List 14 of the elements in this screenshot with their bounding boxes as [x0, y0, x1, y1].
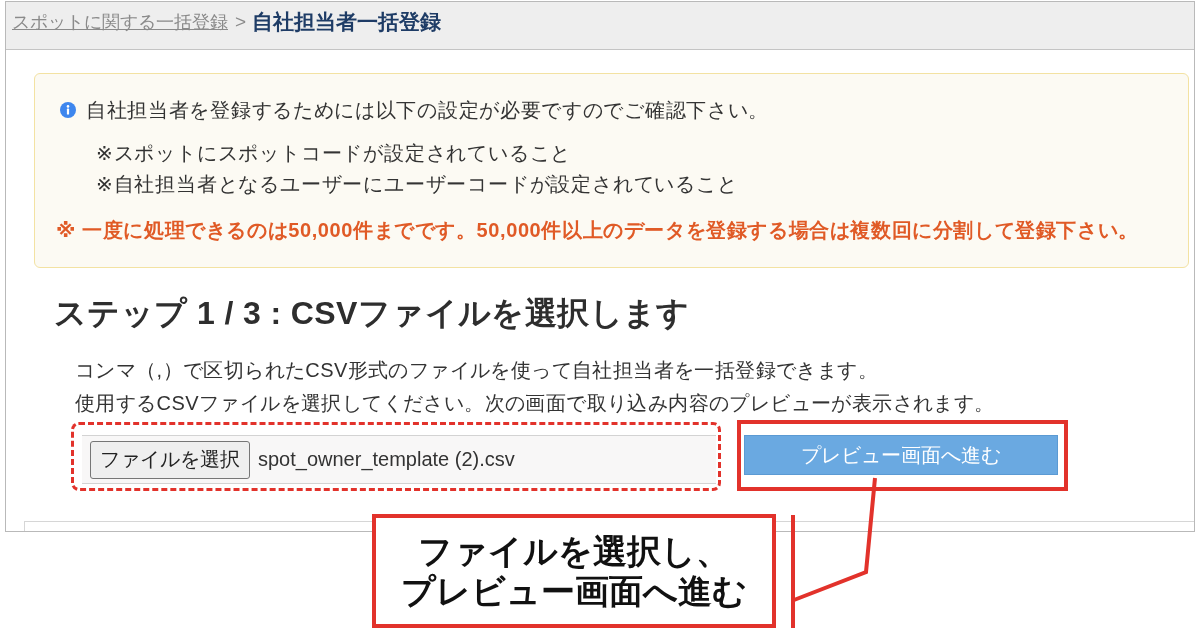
- page-title: 自社担当者一括登録: [252, 9, 442, 35]
- description-text: コンマ（,）で区切られたCSV形式のファイルを使って自社担当者を一括登録できます。: [75, 358, 880, 383]
- choose-file-button[interactable]: ファイルを選択: [90, 440, 250, 479]
- warning-text: ※ 一度に処理できるのは50,000件までです。50,000件以上のデータを登録する場合は複数回に分割して登録下さい。: [56, 218, 1140, 243]
- description-text: 使用するCSVファイルを選択してください。次の画面で取り込み内容のプレビューが表示されます。: [75, 391, 996, 416]
- info-icon: [60, 102, 76, 118]
- notice-message: 自社担当者を登録するためには以下の設定が必要ですのでご確認下さい。: [86, 98, 770, 123]
- requirement-text: ※自社担当者となるユーザーにユーザーコードが設定されていること: [96, 172, 739, 197]
- file-input-field[interactable]: ファイルを選択 spot_owner_template (2).csv: [82, 435, 716, 484]
- requirement-text: ※スポットにスポットコードが設定されていること: [96, 141, 573, 166]
- callout-text: ファイルを選択し、 プレビュー画面へ進む: [401, 531, 747, 611]
- file-name: spot_owner_template (2).csv: [258, 448, 515, 471]
- step-heading: ステップ 1 / 3 : CSVファイルを選択します: [54, 294, 691, 332]
- breadcrumb-separator: >: [235, 11, 247, 33]
